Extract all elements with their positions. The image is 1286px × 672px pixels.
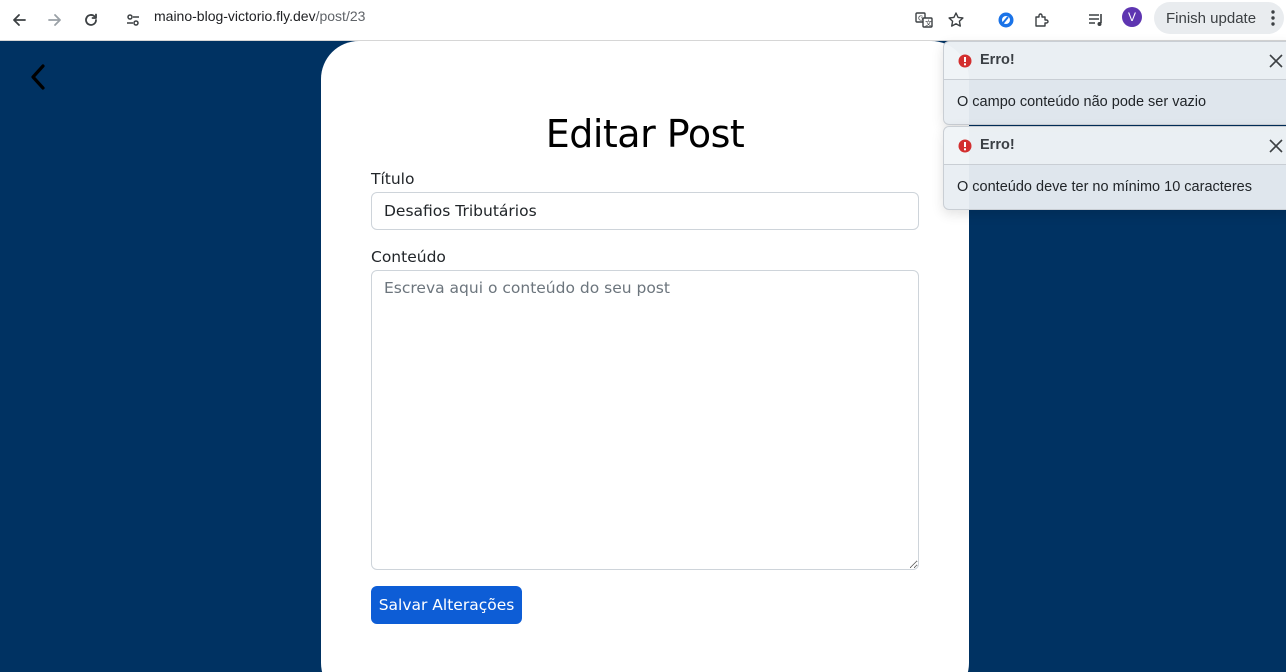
url-path: /post/23 [315,8,366,24]
finish-update-button[interactable]: Finish update [1154,2,1284,34]
title-input[interactable] [371,192,919,230]
chevron-left-icon [31,64,45,90]
finish-update-label: Finish update [1166,9,1257,27]
extension-logo-icon [998,12,1014,28]
content-textarea[interactable] [371,270,919,570]
svg-text:文: 文 [925,19,932,28]
media-control-button[interactable] [1080,4,1112,36]
extensions-menu-button[interactable] [1026,4,1058,36]
toast-title: Erro! [980,52,1015,68]
title-label: Título [371,170,415,188]
site-info-button[interactable] [117,4,149,36]
content-label: Conteúdo [371,248,446,266]
queue-music-icon [1089,14,1102,26]
url-host: maino-blog-victorio.fly.dev [154,8,316,24]
tune-icon [127,14,139,26]
bookmark-button[interactable] [940,4,972,36]
toast-header: Erro! [944,127,1286,165]
back-button[interactable] [22,60,54,94]
arrow-right-icon [48,14,61,26]
save-changes-button[interactable]: Salvar Alterações [371,586,522,624]
url-text: maino-blog-victorio.fly.dev/post/23 [154,8,365,24]
star-icon [948,12,964,27]
close-icon[interactable] [1268,138,1284,154]
error-icon [958,139,972,153]
profile-avatar[interactable]: V [1122,7,1142,27]
translate-icon: G文 [915,12,933,28]
extension-button[interactable] [990,4,1022,36]
browser-toolbar: maino-blog-victorio.fly.dev/post/23 G文 V… [0,0,1286,41]
forward-nav-button[interactable] [39,4,71,36]
translate-button[interactable]: G文 [908,4,940,36]
toast-message: O conteúdo deve ter no mínimo 10 caracte… [957,179,1252,195]
toast-header: Erro! [944,42,1286,80]
puzzle-icon [1035,13,1049,27]
toast-message: O campo conteúdo não pode ser vazio [957,94,1207,110]
toast-title: Erro! [980,137,1015,153]
error-toast: Erro! O conteúdo deve ter no mínimo 10 c… [943,126,1286,210]
error-icon [958,54,972,68]
back-nav-button[interactable] [3,4,35,36]
error-toast: Erro! O campo conteúdo não pode ser vazi… [943,41,1286,125]
reload-button[interactable] [75,4,107,36]
page-title: Editar Post [545,112,745,156]
arrow-left-icon [13,14,26,26]
reload-icon [85,13,97,26]
more-vert-icon [1271,10,1275,26]
close-icon[interactable] [1268,53,1284,69]
